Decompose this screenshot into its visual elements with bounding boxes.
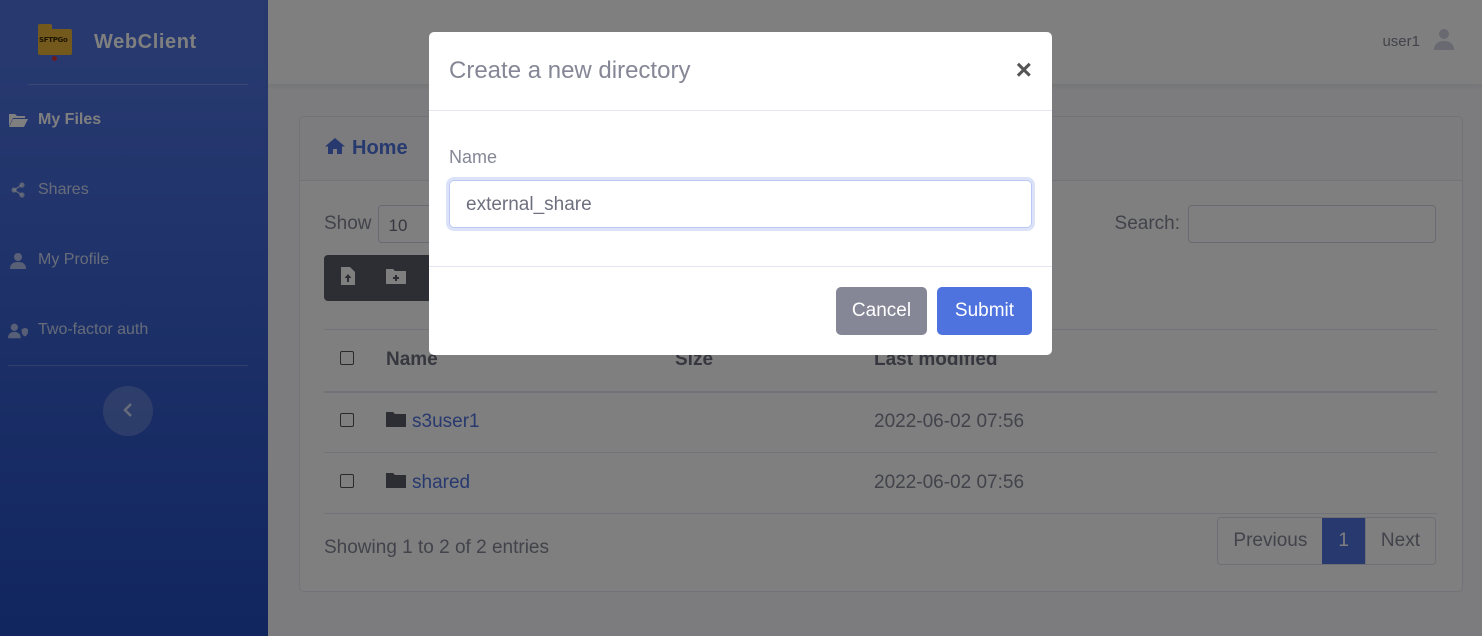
dialog-footer: Cancel Submit [429, 267, 1052, 355]
create-directory-dialog: Create a new directory × Name external_s… [429, 32, 1052, 355]
dialog-body: Name external_share [429, 111, 1052, 267]
cancel-button[interactable]: Cancel [836, 287, 927, 335]
dialog-header: Create a new directory × [429, 32, 1052, 111]
directory-name-input[interactable]: external_share [449, 180, 1032, 228]
dialog-title: Create a new directory [449, 57, 691, 84]
close-icon[interactable]: × [1016, 56, 1032, 84]
submit-button[interactable]: Submit [937, 287, 1032, 335]
name-label: Name [449, 147, 498, 167]
